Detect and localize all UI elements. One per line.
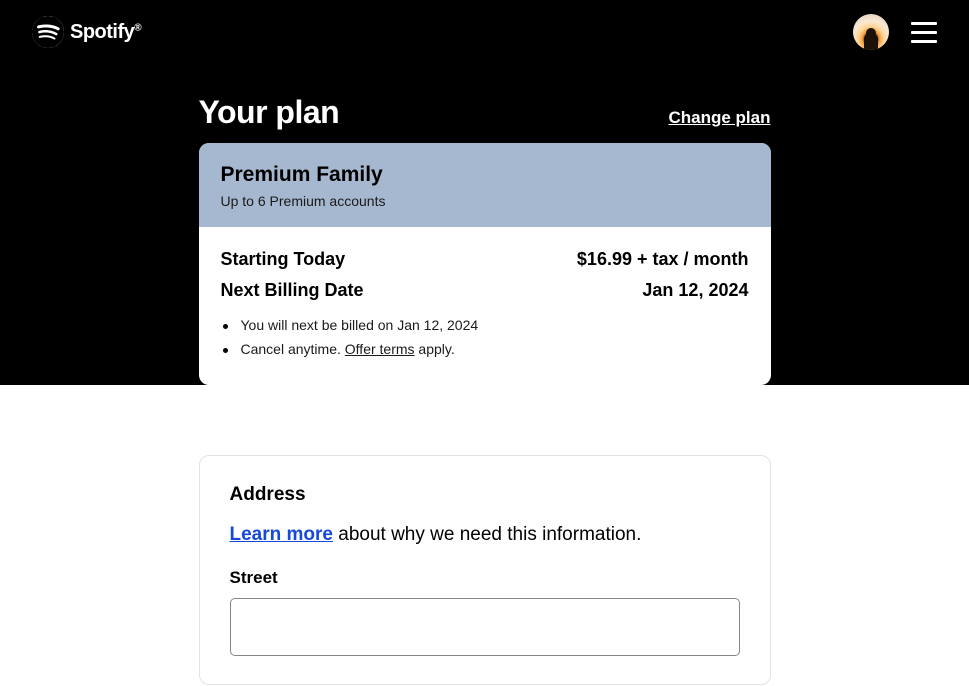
top-dark-section: Spotify® Your plan Change plan Premium F… [0,0,969,385]
plan-row-value: $16.99 + tax / month [577,249,749,270]
plan-name: Premium Family [221,163,749,187]
plan-card-header: Premium Family Up to 6 Premium accounts [199,143,771,227]
header-right [853,14,937,50]
plan-header-row: Your plan Change plan [199,64,771,143]
cancel-post-text: apply. [415,341,455,357]
list-item: You will next be billed on Jan 12, 2024 [221,317,749,333]
plan-row-next-bill: Next Billing Date Jan 12, 2024 [221,280,749,301]
plan-row-value: Jan 12, 2024 [642,280,748,301]
plan-row-label: Starting Today [221,249,346,270]
offer-terms-link[interactable]: Offer terms [345,341,415,357]
bill-note-text: You will next be billed on Jan 12, 2024 [241,317,479,333]
address-description: Learn more about why we need this inform… [230,524,740,546]
page-title: Your plan [199,94,340,131]
spotify-logo[interactable]: Spotify® [32,16,141,48]
plan-card: Premium Family Up to 6 Premium accounts … [199,143,771,385]
plan-row-starting: Starting Today $16.99 + tax / month [221,249,749,270]
brand-label: Spotify® [70,21,141,44]
spotify-icon [32,16,64,48]
plan-notes-list: You will next be billed on Jan 12, 2024 … [221,317,749,357]
address-desc-rest: about why we need this information. [333,524,641,545]
plan-subtitle: Up to 6 Premium accounts [221,193,749,209]
address-card: Address Learn more about why we need thi… [199,455,771,685]
bottom-section: Address Learn more about why we need thi… [0,415,969,685]
header-bar: Spotify® [0,0,969,64]
avatar[interactable] [853,14,889,50]
street-input[interactable] [230,598,740,656]
list-item: Cancel anytime. Offer terms apply. [221,341,749,357]
menu-icon[interactable] [911,22,937,43]
cancel-pre-text: Cancel anytime. [241,341,345,357]
street-label: Street [230,568,740,588]
learn-more-link[interactable]: Learn more [230,524,333,545]
plan-card-body: Starting Today $16.99 + tax / month Next… [199,227,771,385]
change-plan-link[interactable]: Change plan [668,108,770,128]
address-title: Address [230,484,740,506]
plan-row-label: Next Billing Date [221,280,364,301]
